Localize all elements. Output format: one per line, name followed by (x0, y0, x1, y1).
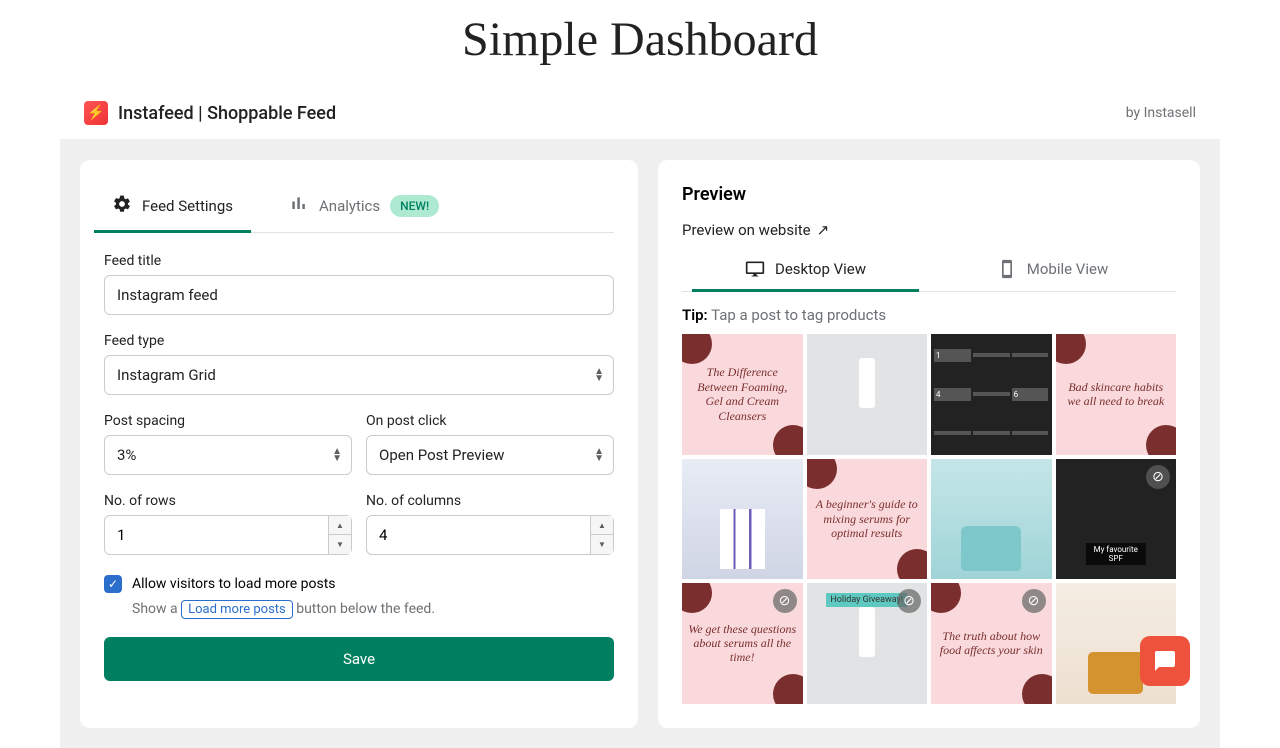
new-badge: NEW! (390, 195, 439, 217)
checkbox-help: Show a Load more posts button below the … (132, 598, 435, 621)
tip-line: Tip: Tap a post to tag products (682, 306, 1176, 324)
post-thumbnail[interactable]: A beginner's guide to mixing serums for … (807, 459, 928, 580)
view-tabs: Desktop View Mobile View (682, 247, 1176, 292)
preview-title: Preview (682, 184, 1176, 205)
post-thumbnail[interactable] (682, 459, 803, 580)
tab-mobile-view[interactable]: Mobile View (929, 247, 1176, 291)
app-logo-icon: ⚡ (84, 101, 108, 125)
gear-icon (112, 194, 132, 218)
rows-label: No. of rows (104, 493, 352, 509)
feed-type-select[interactable]: Instagram Grid (104, 355, 614, 395)
desktop-icon (745, 259, 765, 279)
settings-card: Feed Settings Analytics NEW! Feed title … (80, 160, 638, 728)
stepper-down[interactable]: ▼ (329, 535, 351, 554)
on-click-label: On post click (366, 413, 614, 429)
stepper-up[interactable]: ▲ (591, 516, 613, 535)
tab-desktop-view[interactable]: Desktop View (682, 247, 929, 291)
rows-input[interactable] (104, 515, 329, 555)
stepper-up[interactable]: ▲ (329, 516, 351, 535)
post-spacing-label: Post spacing (104, 413, 352, 429)
eye-off-icon: ⊘ (897, 589, 921, 613)
load-more-pill: Load more posts (181, 600, 293, 619)
app-header: ⚡ Instafeed | Shoppable Feed by Instasel… (60, 87, 1220, 139)
app-title: Instafeed | Shoppable Feed (118, 103, 336, 124)
chat-support-button[interactable] (1140, 636, 1190, 686)
post-thumbnail[interactable]: The truth about how food affects your sk… (931, 583, 1052, 704)
cols-label: No. of columns (366, 493, 614, 509)
post-thumbnail[interactable]: Bad skincare habits we all need to break (1056, 334, 1177, 455)
external-link-icon: ↗ (817, 221, 830, 239)
feed-title-input[interactable] (104, 275, 614, 315)
page-title: Simple Dashboard (0, 0, 1280, 87)
app-author: by Instasell (1126, 105, 1196, 121)
feed-title-label: Feed title (104, 253, 614, 269)
post-thumbnail[interactable] (931, 459, 1052, 580)
tab-feed-settings[interactable]: Feed Settings (104, 184, 241, 232)
preview-card: Preview Preview on website ↗ Desktop Vie… (658, 160, 1200, 728)
checkbox-label: Allow visitors to load more posts (132, 573, 435, 595)
eye-off-icon: ⊘ (773, 589, 797, 613)
eye-off-icon: ⊘ (1022, 589, 1046, 613)
eye-off-icon: ⊘ (1146, 465, 1170, 489)
post-thumbnail[interactable]: We get these questions about serums all … (682, 583, 803, 704)
stepper-down[interactable]: ▼ (591, 535, 613, 554)
post-thumbnail[interactable]: The Difference Between Foaming, Gel and … (682, 334, 803, 455)
settings-tabs: Feed Settings Analytics NEW! (104, 184, 614, 233)
post-spacing-select[interactable]: 3% (104, 435, 352, 475)
cols-input[interactable] (366, 515, 591, 555)
mobile-icon (997, 259, 1017, 279)
app-container: ⚡ Instafeed | Shoppable Feed by Instasel… (60, 87, 1220, 748)
post-thumbnail[interactable] (807, 334, 928, 455)
feed-type-label: Feed type (104, 333, 614, 349)
post-thumbnail[interactable]: 146 (931, 334, 1052, 455)
preview-on-website-link[interactable]: Preview on website ↗ (682, 221, 1176, 239)
on-click-select[interactable]: Open Post Preview (366, 435, 614, 475)
analytics-icon (289, 194, 309, 218)
tab-analytics[interactable]: Analytics NEW! (281, 184, 447, 232)
preview-grid: The Difference Between Foaming, Gel and … (682, 334, 1176, 704)
save-button[interactable]: Save (104, 637, 614, 681)
load-more-checkbox[interactable]: ✓ (104, 575, 122, 593)
tab-label: Feed Settings (142, 197, 233, 215)
post-thumbnail[interactable]: ⊘ (1056, 459, 1177, 580)
post-thumbnail[interactable]: Holiday Giveaway!⊘ (807, 583, 928, 704)
tab-label: Analytics (319, 197, 380, 215)
